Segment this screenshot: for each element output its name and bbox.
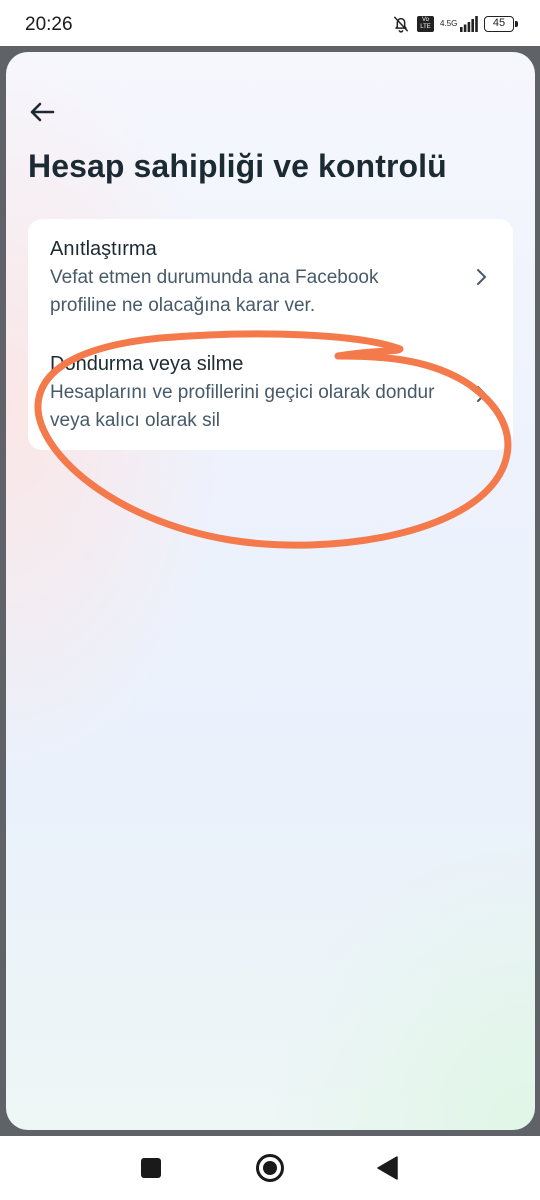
bell-off-icon (393, 16, 409, 33)
memorialization-title: Anıtlaştırma (50, 238, 157, 260)
home-button[interactable] (256, 1154, 284, 1182)
status-time: 20:26 (25, 14, 73, 35)
settings-card: Anıtlaştırma Vefat etmen durumunda ana F… (28, 219, 513, 450)
chevron-right-icon (477, 269, 486, 285)
volte-icon: Vo LTE (417, 16, 434, 32)
memorialization-description: Vefat etmen durumunda ana Facebook profi… (50, 267, 379, 316)
page-title: Hesap sahipliği ve kontrolü (28, 148, 447, 184)
deactivation-deletion-title: Dondurma veya silme (50, 353, 244, 375)
recents-button[interactable] (141, 1158, 161, 1178)
battery-icon: 45 (484, 16, 518, 32)
status-bar: 20:26 Vo LTE 4.5G 45 (0, 0, 540, 50)
nav-back-icon[interactable] (376, 1156, 398, 1180)
status-icons: Vo LTE 4.5G 45 (391, 14, 518, 34)
navigation-bar (0, 1136, 540, 1200)
signal-icon (460, 16, 478, 32)
back-arrow-icon (30, 102, 55, 122)
settings-sheet: Hesap sahipliği ve kontrolü Anıtlaştırma… (6, 52, 535, 1130)
deactivation-deletion-item[interactable]: Dondurma veya silme Hesaplarını ve profi… (28, 334, 513, 449)
chevron-right-icon (477, 386, 486, 402)
deactivation-deletion-description: Hesaplarını ve profillerini geçici olara… (50, 382, 435, 431)
network-type-icon: 4.5G (440, 19, 458, 28)
back-button[interactable] (26, 96, 58, 128)
memorialization-item[interactable]: Anıtlaştırma Vefat etmen durumunda ana F… (28, 219, 513, 334)
